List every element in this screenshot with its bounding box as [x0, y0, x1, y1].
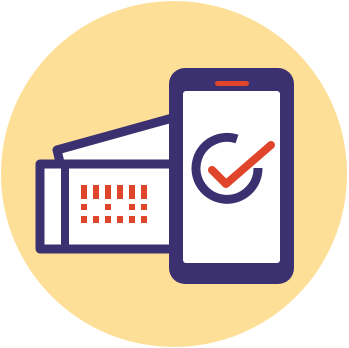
speaker-slot: [215, 81, 249, 86]
illustration-stage: [0, 0, 349, 348]
ticket-front-icon: [35, 159, 195, 254]
mobile-ticket-illustration: [1, 1, 347, 347]
